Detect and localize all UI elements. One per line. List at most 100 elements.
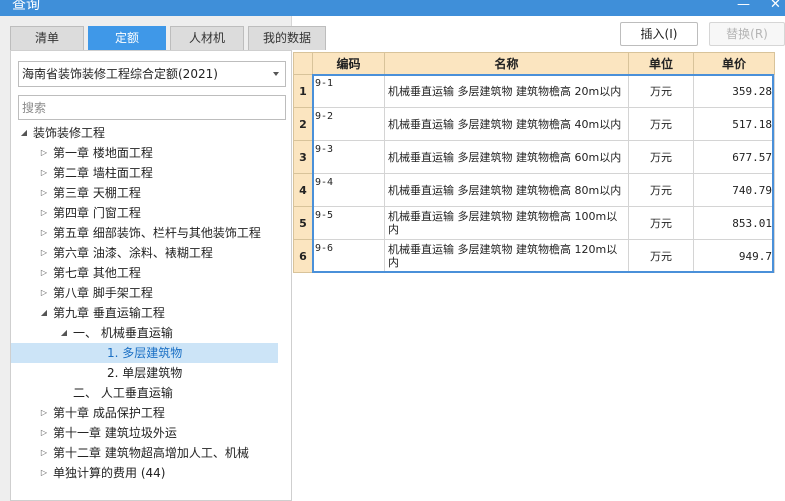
table-row[interactable]: 2 9-2 机械垂直运输 多层建筑物 建筑物檐高 40m以内 万元 517.18 [293,107,775,141]
cell-code[interactable]: 9-6 [312,239,385,273]
row-number[interactable]: 1 [293,74,313,108]
collapse-arrow-icon[interactable]: ◢ [19,123,29,143]
search-input[interactable] [19,96,285,119]
tree-node[interactable]: ▷ 第八章 脚手架工程 [11,283,291,303]
tree-node[interactable]: ▷ 第一章 楼地面工程 [11,143,291,163]
tree-node[interactable]: ▷ 第十二章 建筑物超高增加人工、机械 [11,443,291,463]
tree-node-label: 第四章 门窗工程 [53,206,141,220]
tree-node-label: 第十章 成品保护工程 [53,406,165,420]
cell-code[interactable]: 9-5 [312,206,385,240]
expand-arrow-icon[interactable]: ▷ [39,283,49,303]
tree-node-label: 第二章 墙柱面工程 [53,166,153,180]
cell-name[interactable]: 机械垂直运输 多层建筑物 建筑物檐高 80m以内 [384,173,629,207]
column-header-name[interactable]: 名称 [384,52,629,75]
tree-node-label: 第五章 细部装饰、栏杆与其他装饰工程 [53,226,261,240]
grid-corner [293,52,313,75]
expand-arrow-icon[interactable]: ▷ [39,403,49,423]
cell-price[interactable]: 359.28 [693,74,775,108]
table-row[interactable]: 5 9-5 机械垂直运输 多层建筑物 建筑物檐高 100m以内 万元 853.01 [293,206,775,240]
cell-price[interactable]: 677.57 [693,140,775,174]
tree-node[interactable]: ◢ 装饰装修工程 [11,123,291,143]
expand-arrow-icon[interactable]: ▷ [39,183,49,203]
table-row[interactable]: 6 9-6 机械垂直运输 多层建筑物 建筑物檐高 120m以内 万元 949.7 [293,239,775,273]
cell-price[interactable]: 853.01 [693,206,775,240]
cell-unit[interactable]: 万元 [628,173,694,207]
cell-unit[interactable]: 万元 [628,140,694,174]
expand-arrow-icon[interactable]: ▷ [39,463,49,483]
tree-node[interactable]: ▷ 第二章 墙柱面工程 [11,163,291,183]
expand-arrow-icon[interactable]: ▷ [39,443,49,463]
insert-button[interactable]: 插入(I) [620,22,698,46]
close-icon[interactable]: ✕ [770,0,781,14]
quota-tree-panel: 海南省装饰装修工程综合定额(2021) ◢ 装饰装修工程 ▷ 第一章 楼地面工程 ▷ 第二… [10,50,292,501]
tree-node[interactable]: ▷ 第五章 细部装饰、栏杆与其他装饰工程 [11,223,291,243]
row-number[interactable]: 3 [293,140,313,174]
tree-node[interactable]: ▷ 第四章 门窗工程 [11,203,291,223]
cell-price[interactable]: 949.7 [693,239,775,273]
cell-unit[interactable]: 万元 [628,107,694,141]
collapse-arrow-icon[interactable]: ◢ [39,303,49,323]
column-header-code[interactable]: 编码 [312,52,385,75]
tree-node[interactable]: 二、 人工垂直运输 [11,383,291,403]
tree-node[interactable]: ▷ 第六章 油漆、涂料、裱糊工程 [11,243,291,263]
tree-node[interactable]: 2. 单层建筑物 [11,363,291,383]
row-number[interactable]: 4 [293,173,313,207]
expand-arrow-icon[interactable]: ▷ [39,243,49,263]
tree-node-label: 第六章 油漆、涂料、裱糊工程 [53,246,213,260]
minimize-icon[interactable]: — [737,0,750,14]
tree-node-label: 2. 单层建筑物 [107,366,183,380]
tree-node-label: 单独计算的费用 (44) [53,466,166,480]
cell-unit[interactable]: 万元 [628,74,694,108]
table-row[interactable]: 3 9-3 机械垂直运输 多层建筑物 建筑物檐高 60m以内 万元 677.57 [293,140,775,174]
tree-node-label: 一、 机械垂直运输 [73,326,173,340]
tree-node[interactable]: ◢ 一、 机械垂直运输 [11,323,291,343]
cell-price[interactable]: 740.79 [693,173,775,207]
cell-unit[interactable]: 万元 [628,239,694,273]
tree-node[interactable]: ▷ 第十章 成品保护工程 [11,403,291,423]
expand-arrow-icon[interactable]: ▷ [39,163,49,183]
tree-node[interactable]: 1. 多层建筑物 [11,343,278,363]
search-box[interactable] [18,95,286,120]
row-number[interactable]: 5 [293,206,313,240]
expand-arrow-icon[interactable]: ▷ [39,263,49,283]
cell-code[interactable]: 9-2 [312,107,385,141]
row-number[interactable]: 2 [293,107,313,141]
tree-node[interactable]: ▷ 第三章 天棚工程 [11,183,291,203]
cell-code[interactable]: 9-3 [312,140,385,174]
tab-bill[interactable]: 清单 [10,26,84,50]
tree-node[interactable]: ◢ 第九章 垂直运输工程 [11,303,291,323]
cell-name[interactable]: 机械垂直运输 多层建筑物 建筑物檐高 40m以内 [384,107,629,141]
quota-library-select[interactable]: 海南省装饰装修工程综合定额(2021) [18,61,286,87]
tree-node-label: 1. 多层建筑物 [107,346,183,360]
tree-node[interactable]: ▷ 第十一章 建筑垃圾外运 [11,423,291,443]
cell-name[interactable]: 机械垂直运输 多层建筑物 建筑物檐高 20m以内 [384,74,629,108]
expand-arrow-icon[interactable]: ▷ [39,223,49,243]
table-row[interactable]: 4 9-4 机械垂直运输 多层建筑物 建筑物檐高 80m以内 万元 740.79 [293,173,775,207]
tree-node[interactable]: ▷ 单独计算的费用 (44) [11,463,291,483]
cell-code[interactable]: 9-4 [312,173,385,207]
tree-node[interactable]: ▷ 第七章 其他工程 [11,263,291,283]
column-header-unit[interactable]: 单位 [628,52,694,75]
quota-library-value: 海南省装饰装修工程综合定额(2021) [22,67,218,81]
expand-arrow-icon[interactable]: ▷ [39,143,49,163]
tab-quota[interactable]: 定额 [88,26,166,50]
cell-code[interactable]: 9-1 [312,74,385,108]
cell-name[interactable]: 机械垂直运输 多层建筑物 建筑物檐高 100m以内 [384,206,629,240]
cell-price[interactable]: 517.18 [693,107,775,141]
cell-unit[interactable]: 万元 [628,206,694,240]
column-header-price[interactable]: 单价 [693,52,775,75]
left-panel: 清单 定额 人材机 我的数据 海南省装饰装修工程综合定额(2021) ◢ 装饰装修… [0,16,326,501]
cell-name[interactable]: 机械垂直运输 多层建筑物 建筑物檐高 60m以内 [384,140,629,174]
tree-node-label: 装饰装修工程 [33,126,106,140]
grid-header-row: 编码 名称 单位 单价 [293,52,775,75]
tab-my-data[interactable]: 我的数据 [248,26,326,50]
cell-name[interactable]: 机械垂直运输 多层建筑物 建筑物檐高 120m以内 [384,239,629,273]
expand-arrow-icon[interactable]: ▷ [39,423,49,443]
table-row[interactable]: 1 9-1 机械垂直运输 多层建筑物 建筑物檐高 20m以内 万元 359.28 [293,74,775,108]
tab-labor-material-machine[interactable]: 人材机 [170,26,244,50]
collapse-arrow-icon[interactable]: ◢ [59,323,69,343]
row-number[interactable]: 6 [293,239,313,273]
replace-button[interactable]: 替换(R) [709,22,785,46]
chevron-down-icon[interactable] [273,72,279,76]
expand-arrow-icon[interactable]: ▷ [39,203,49,223]
